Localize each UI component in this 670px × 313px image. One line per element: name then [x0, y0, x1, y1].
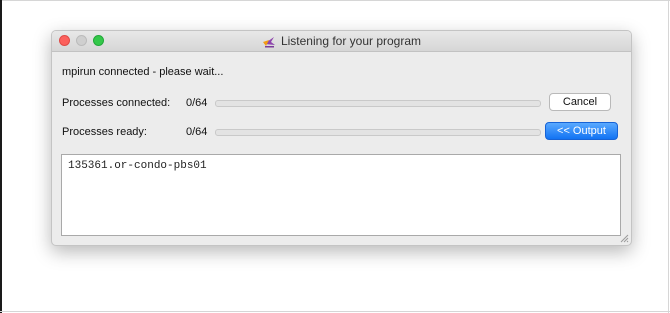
output-text-area[interactable]: 135361.or-condo-pbs01 — [61, 154, 621, 236]
window-title: Listening for your program — [280, 34, 422, 48]
processes-connected-count: 0/64 — [186, 97, 208, 109]
screenshot-frame-right — [668, 0, 669, 313]
screenshot-frame-left — [0, 0, 2, 313]
processes-connected-progress — [215, 100, 541, 107]
allinea-forge-icon — [262, 37, 275, 48]
output-text: 135361.or-condo-pbs01 — [68, 160, 207, 172]
processes-ready-label: Processes ready: — [62, 126, 147, 138]
window-title-container: Listening for your program — [52, 31, 631, 51]
processes-ready-count: 0/64 — [186, 126, 208, 138]
screenshot-frame-top — [0, 0, 670, 1]
processes-ready-progress — [215, 129, 541, 136]
resize-grip-icon[interactable] — [619, 233, 629, 243]
title-bar[interactable]: Listening for your program — [52, 31, 631, 52]
cancel-button[interactable]: Cancel — [549, 93, 611, 111]
listening-dialog: Listening for your program mpirun connec… — [51, 30, 632, 246]
processes-connected-label: Processes connected: — [62, 97, 171, 109]
screenshot-frame-bottom — [0, 311, 670, 312]
status-message: mpirun connected - please wait... — [62, 66, 224, 78]
output-toggle-button[interactable]: << Output — [545, 122, 618, 140]
